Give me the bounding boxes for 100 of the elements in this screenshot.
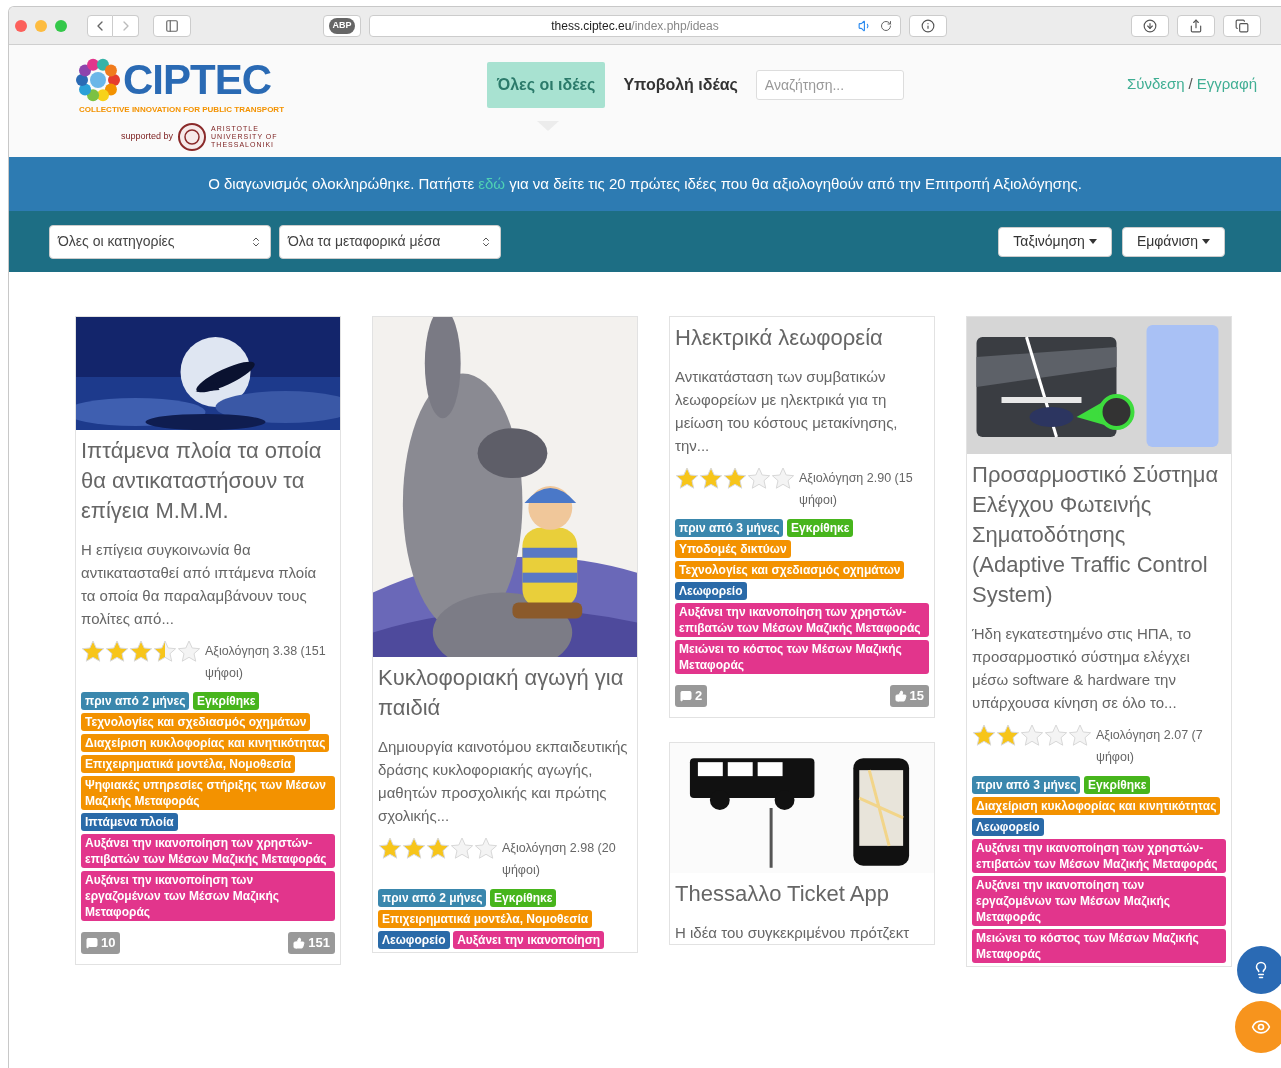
star-icon — [153, 640, 177, 663]
idea-title[interactable]: Κυκλοφοριακή αγωγή για παιδιά — [378, 663, 632, 723]
login-link[interactable]: Σύνδεση — [1126, 73, 1185, 96]
status-tag[interactable]: Εγκρίθηκε — [490, 889, 557, 907]
eye-icon — [1251, 1017, 1271, 1037]
thumbs-up-icon — [894, 689, 907, 702]
idea-title[interactable]: Thessaλλo Ticket App — [675, 878, 929, 909]
comments-badge[interactable]: 2 — [675, 685, 708, 707]
logo-wordmark[interactable]: CIPTEC — [123, 59, 271, 101]
university-seal-icon — [177, 122, 208, 152]
star-icon — [177, 640, 201, 663]
nav-tab[interactable]: Όλες οι ιδέες — [487, 62, 606, 108]
idea-description: Η ιδέα του συγκεκριμένου πρότζεκτ — [675, 922, 911, 943]
status-tag[interactable]: Εγκρίθηκε — [787, 519, 854, 537]
logo-tagline: COLLECTIVE INNOVATION FOR PUBLIC TRANSPORT — [79, 104, 286, 116]
benefit-tag[interactable]: Αυξάνει την ικανοποίηση των εργαζομένων των Μέσων Μαζικής Μεταφοράς — [972, 876, 1226, 926]
url-text: thess.ciptec.eu/index.php/ideas — [551, 17, 719, 35]
close-window-icon[interactable] — [15, 19, 27, 32]
adblock-badge: ABP — [329, 17, 355, 34]
star-icon — [105, 640, 129, 663]
register-link[interactable]: Εγγραφή — [1196, 73, 1257, 96]
idea-description: Ήδη εγκατεστημένο στις ΗΠΑ, το προσαρμοστικό σύστημα ελέγχει μέσω software & hardware την υπάρχουσα κίνηση σε όλο το... — [972, 624, 1193, 713]
share-icon — [1189, 18, 1203, 33]
time-tag[interactable]: πριν από 3 μήνες — [972, 776, 1081, 794]
likes-badge[interactable]: 15 — [889, 685, 929, 707]
vehicle-tag[interactable]: Λεωφορείο — [675, 582, 747, 600]
benefit-tag[interactable]: Αυξάνει την ικανοποίηση των χρηστών-επιβατών των Μέσων Μαζικής Μεταφοράς — [972, 839, 1226, 873]
time-tag[interactable]: πριν από 3 μήνες — [675, 519, 784, 537]
sidebar-icon — [165, 18, 179, 33]
time-tag[interactable]: πριν από 2 μήνες — [81, 692, 190, 710]
comments-badge[interactable]: 10 — [81, 932, 121, 954]
caret-icon — [1088, 239, 1097, 244]
category-tag[interactable]: Υποδομές δικτύων — [675, 540, 791, 558]
benefit-tag[interactable]: Αυξάνει την ικανοποίηση των χρηστών-επιβατών των Μέσων Μαζικής Μεταφοράς — [81, 834, 335, 868]
benefit-tag[interactable]: Αυξάνει την ικανοποίηση — [453, 931, 605, 949]
benefit-tag[interactable]: Αυξάνει την ικανοποίηση των χρηστών-επιβατών των Μέσων Μαζικής Μεταφοράς — [675, 603, 929, 637]
time-tag[interactable]: πριν από 2 μήνες — [378, 889, 487, 907]
star-icon — [771, 467, 795, 490]
star-icon — [1044, 724, 1068, 747]
idea-description: Η επίγεια συγκοινωνία θα αντικατασταθεί από ιπτάμενα πλοία τα οποία θα παραλαμβάνουν τους πολίτες από... — [81, 540, 318, 629]
speech-bubble-icon — [86, 936, 98, 949]
star-icon — [996, 724, 1020, 747]
nav-tab[interactable]: Υποβολή ιδέας — [621, 62, 740, 108]
idea-title[interactable]: Ιπτάμενα πλοία τα οποία θα αντικαταστήσουν τα επίγεια Μ.Μ.Μ. — [81, 436, 335, 526]
dropdown-button[interactable]: Εμφάνιση — [1121, 226, 1225, 257]
status-tag[interactable]: Εγκρίθηκε — [1084, 776, 1151, 794]
star-icon — [699, 467, 723, 490]
category-tag[interactable]: Επιχειρηματικά μοντέλα, Νομοθεσία — [81, 755, 296, 773]
link-separator: / — [1188, 74, 1193, 94]
sidebar-button[interactable] — [153, 14, 191, 37]
category-tag[interactable]: Ψηφιακές υπηρεσίες στήριξης των Μέσων Μαζικής Μεταφοράς — [81, 776, 335, 810]
thumbs-up-icon — [293, 936, 306, 949]
rating-text: Αξιολόγηση 3.38 (151 ψήφοι) — [205, 643, 327, 682]
submit-idea-button[interactable] — [1237, 946, 1281, 994]
view-button[interactable] — [1235, 1001, 1281, 1053]
benefit-tag[interactable]: Μειώνει το κόστος των Μέσων Μαζικής Μεταφοράς — [972, 929, 1226, 963]
adblock-button[interactable]: ABP — [323, 14, 361, 37]
star-icon — [129, 640, 153, 663]
share-button[interactable] — [1177, 14, 1215, 37]
tabs-button[interactable] — [1223, 14, 1261, 37]
idea-description: Αντικατάσταση των συμβατικών λεωφορείων με ηλεκτρικά για τη μείωση του κόστους μετακίνησης, την... — [675, 367, 899, 456]
announcement-text: Ο διαγωνισμός ολοκληρώθηκε. Πατήστε εδώ για να δείτε τις 20 πρώτες ιδέες που θα αξιολογηθούν από την Επιτροπή Αξιολόγησης. — [208, 173, 1082, 194]
rating-text: Αξιολόγηση 2.90 (15 ψήφοι) — [799, 470, 914, 509]
category-tag[interactable]: Τεχνολογίες και σχεδιασμός οχημάτων — [675, 561, 905, 579]
category-tag[interactable]: Τεχνολογίες και σχεδιασμός οχημάτων — [81, 713, 311, 731]
downloads-button[interactable] — [1131, 14, 1169, 37]
status-tag[interactable]: Εγκρίθηκε — [193, 692, 260, 710]
vehicle-tag[interactable]: Λεωφορείο — [378, 931, 450, 949]
vehicle-tag[interactable]: Λεωφορείο — [972, 818, 1044, 836]
vehicle-tag[interactable]: Ιπτάμενα πλοία — [81, 813, 178, 831]
idea-title[interactable]: Ηλεκτρικά λεωφορεία — [675, 323, 929, 353]
address-bar[interactable]: thess.ciptec.eu/index.php/ideas — [369, 14, 901, 37]
idea-description: Δημιουργία καινοτόμου εκπαιδευτικής δράσης κυκλοφοριακής αγωγής, μαθητών προσχολικής και πρώτης σχολικής... — [378, 737, 629, 826]
rating-text: Αξιολόγηση 2.98 (20 ψήφοι) — [502, 840, 617, 879]
category-tag[interactable]: Επιχειρηματικά μοντέλα, Νομοθεσία — [378, 910, 593, 928]
select-arrows-icon — [480, 235, 492, 248]
filter-select[interactable]: Όλες οι κατηγορίες — [49, 224, 271, 259]
info-icon — [921, 18, 935, 33]
here-link[interactable]: εδώ — [478, 174, 506, 192]
benefit-tag[interactable]: Αυξάνει την ικανοποίηση των εργαζομένων των Μέσων Μαζικής Μεταφοράς — [81, 871, 335, 921]
star-icon — [450, 837, 474, 860]
people-circle-logo-icon — [75, 57, 121, 103]
search-field[interactable]: Αναζήτηση... — [755, 70, 904, 100]
caret-icon — [1202, 239, 1210, 244]
select-arrows-icon — [250, 235, 262, 248]
likes-badge[interactable]: 151 — [288, 932, 335, 954]
dropdown-button[interactable]: Ταξινόμηση — [998, 226, 1112, 257]
filter-select[interactable]: Όλα τα μεταφορικά μέσα — [279, 224, 501, 259]
benefit-tag[interactable]: Μειώνει το κόστος των Μέσων Μαζικής Μεταφοράς — [675, 640, 929, 674]
info-button[interactable] — [909, 14, 947, 37]
download-icon — [1143, 18, 1157, 33]
star-icon — [1068, 724, 1092, 747]
star-icon — [723, 467, 747, 490]
reload-icon — [880, 19, 892, 32]
idea-title[interactable]: Προσαρμοστικό Σύστημα Ελέγχου Φωτεινής Σηματοδότησης (Adaptive Traffic Control System) — [972, 460, 1226, 610]
category-tag[interactable]: Διαχείριση κυκλοφορίας και κινητικότητας — [972, 797, 1221, 815]
speech-bubble-icon — [680, 689, 692, 702]
star-icon — [426, 837, 450, 860]
supported-by-text: supported by — [121, 130, 174, 144]
category-tag[interactable]: Διαχείριση κυκλοφορίας και κινητικότητας — [81, 734, 330, 752]
